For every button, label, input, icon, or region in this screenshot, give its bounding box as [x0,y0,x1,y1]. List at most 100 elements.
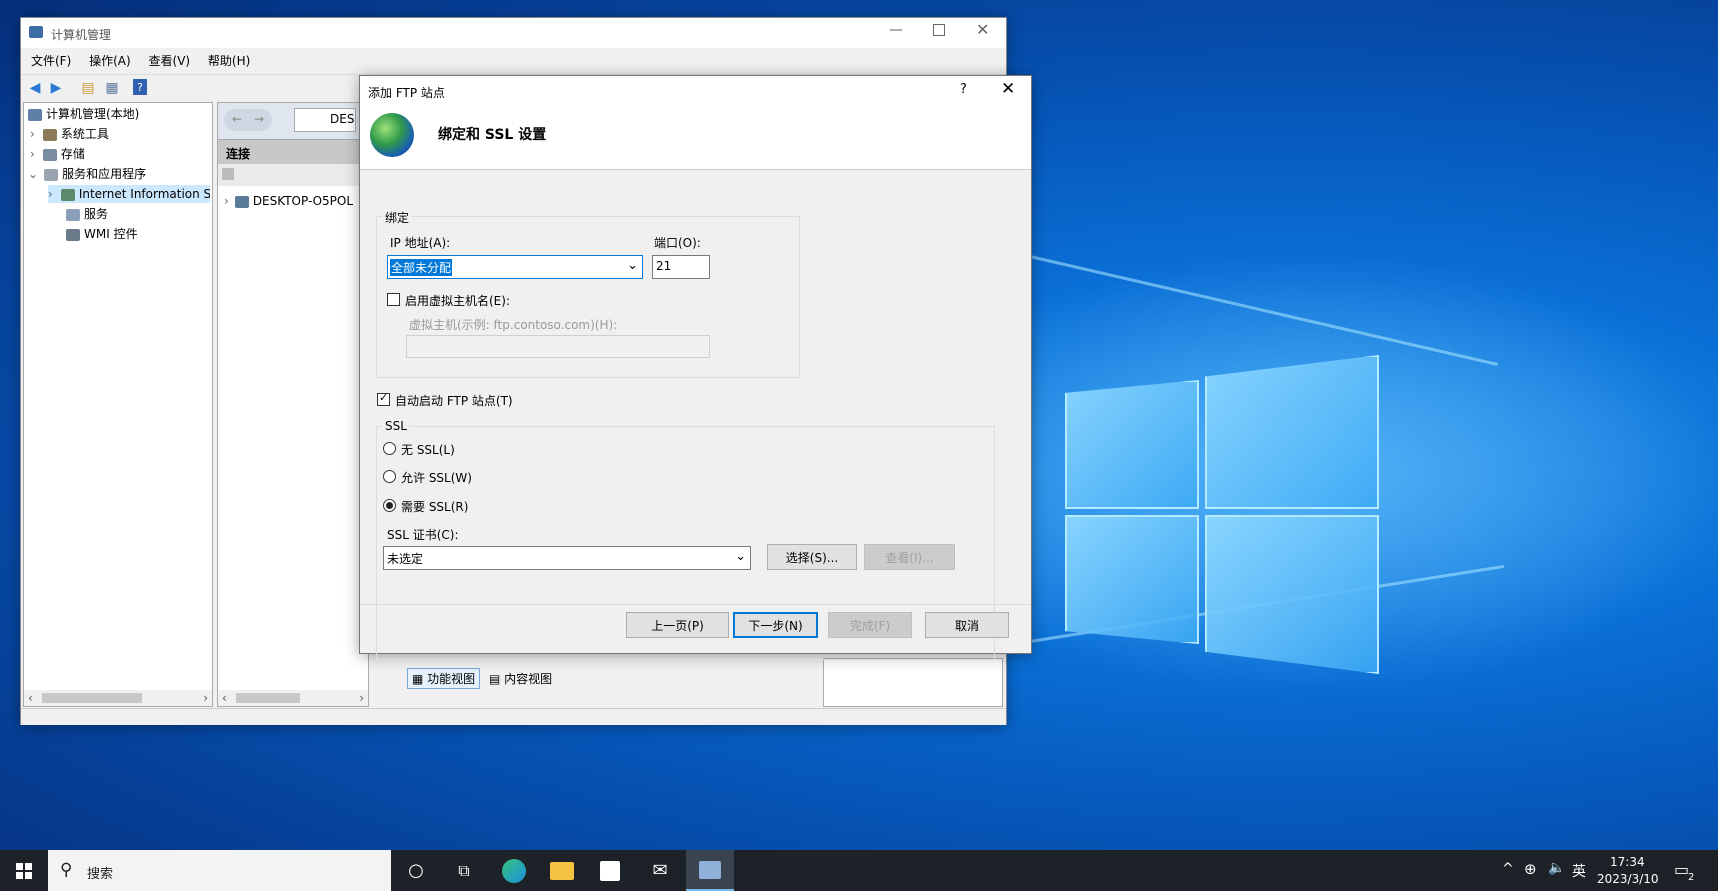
radio-allow-ssl[interactable] [383,470,396,483]
chevron-right-icon[interactable]: › [48,187,53,201]
tree-item-iis[interactable]: › Internet Information S [48,185,210,203]
port-input[interactable]: 21 [652,255,710,279]
select-cert-button[interactable]: 选择(S)... [767,544,857,570]
chevron-down-icon[interactable]: ⌄ [735,549,746,564]
tree-item-root[interactable]: 计算机管理(本地) [28,105,139,123]
ssl-cert-value: 未选定 [387,552,424,566]
previous-button[interactable]: 上一页(P) [626,612,729,638]
chevron-right-icon[interactable]: › [30,127,35,141]
connection-item[interactable]: › DESKTOP-O5POL [224,192,353,210]
windows-logo-icon [16,862,32,879]
back-arrow-icon[interactable]: ◀ [26,79,44,97]
tree-item-system-tools[interactable]: › 系统工具 [30,125,109,143]
network-icon[interactable]: ⊕ [1524,860,1537,878]
ip-address-value: 全部未分配 [390,259,453,276]
maximize-icon[interactable] [933,24,945,36]
globe-icon [370,113,414,157]
scroll-left-icon[interactable]: ‹ [28,691,33,705]
up-folder-icon[interactable]: ▤ [79,79,97,97]
menu-file[interactable]: 文件(F) [31,54,71,68]
radio-require-ssl-label: 需要 SSL(R) [401,500,469,514]
chevron-down-icon[interactable]: ⌄ [28,167,38,181]
scroll-thumb[interactable] [42,693,142,703]
virtual-host-checkbox[interactable] [387,293,400,306]
radio-require-ssl[interactable] [383,499,396,512]
connect-icon[interactable] [222,168,234,180]
forward-arrow-icon[interactable]: ▶ [47,79,65,97]
close-icon[interactable]: ✕ [976,20,989,39]
ip-address-label: IP 地址(A): [390,236,451,250]
help-icon[interactable]: ? [960,82,967,97]
scroll-thumb[interactable] [236,693,300,703]
ssl-cert-label: SSL 证书(C): [387,528,459,542]
scroll-right-icon[interactable]: › [359,691,364,705]
tree-item-services[interactable]: 服务 [66,205,108,223]
tree-item-wmi[interactable]: WMI 控件 [66,225,138,243]
ssl-group-label: SSL [382,419,410,433]
clock-date[interactable]: 2023/3/10 [1597,872,1659,886]
port-label: 端口(O): [654,236,701,250]
tree-label: 计算机管理(本地) [46,107,140,121]
tab-content-view[interactable]: ▤ 内容视图 [489,670,552,687]
tree-label: 服务 [84,207,109,221]
menu-help[interactable]: 帮助(H) [208,54,250,68]
chevron-up-icon[interactable]: ^ [1502,861,1514,877]
finish-button[interactable]: 完成(F) [828,612,912,638]
search-box[interactable]: ⚲ 搜索 [48,850,391,891]
tree-label: 系统工具 [60,127,109,141]
store-icon[interactable] [586,850,634,891]
port-value: 21 [656,259,672,273]
wmi-icon [66,228,80,241]
connections-scrollbar[interactable]: ‹ › [218,690,368,706]
clock-time[interactable]: 17:34 [1610,855,1645,869]
start-button[interactable] [0,850,48,891]
taskbar: ⚲ 搜索 ○ ⧉ ✉ ^ ⊕ 🔈 英 17:34 2023/3/10 ▭ 2 [0,850,1718,891]
chevron-right-icon[interactable]: › [30,147,35,161]
search-placeholder: 搜索 [87,867,114,882]
cancel-button[interactable]: 取消 [925,612,1009,638]
task-view-icon[interactable]: ⧉ [440,850,488,891]
edge-icon[interactable] [490,850,538,891]
mail-icon[interactable]: ✉ [636,850,684,891]
scroll-right-icon[interactable]: › [203,691,208,705]
window-title: 计算机管理 [51,28,112,42]
back-arrow-icon[interactable]: ← [232,112,242,126]
virtual-host-input[interactable] [406,335,710,358]
radio-no-ssl[interactable] [383,442,396,455]
file-explorer-icon[interactable] [538,850,586,891]
gear-icon [66,208,80,221]
menu-action[interactable]: 操作(A) [89,54,131,68]
chevron-down-icon[interactable]: ⌄ [627,258,638,273]
ime-indicator[interactable]: 英 [1572,861,1586,881]
connections-title: 连接 [226,147,251,161]
help-icon[interactable]: ? [133,79,147,95]
tab-features-view[interactable]: ▦ 功能视图 [407,668,481,689]
ssl-cert-select[interactable]: 未选定 ⌄ [383,546,751,570]
notification-icon[interactable]: ▭ [1674,860,1689,879]
tree-scrollbar[interactable]: ‹ › [24,690,212,706]
wallpaper-pane-bl [1065,515,1199,644]
title-bar: 计算机管理 — ✕ [21,18,1006,48]
add-ftp-site-dialog: 添加 FTP 站点 ? ✕ 绑定和 SSL 设置 绑定 IP 地址(A): 全部… [359,75,1032,660]
cortana-icon[interactable]: ○ [392,850,440,891]
scroll-left-icon[interactable]: ‹ [222,691,227,705]
radio-no-ssl-label: 无 SSL(L) [401,443,455,457]
close-icon[interactable]: ✕ [1001,79,1015,99]
chevron-right-icon[interactable]: › [224,194,229,208]
menu-view[interactable]: 查看(V) [149,54,191,68]
tree-item-storage[interactable]: › 存储 [30,145,85,163]
virtual-host-label: 虚拟主机(示例: ftp.contoso.com)(H): [409,318,618,332]
virtual-host-check-label: 启用虚拟主机名(E): [405,294,510,308]
volume-icon[interactable]: 🔈 [1548,860,1565,876]
computer-management-taskbar-icon[interactable] [686,850,734,891]
ip-address-select[interactable]: 全部未分配 ⌄ [387,255,643,279]
show-tree-icon[interactable]: ▦ [103,79,121,97]
footer-divider [360,604,1031,605]
next-button[interactable]: 下一步(N) [733,612,818,638]
tree-item-services-apps[interactable]: ⌄ 服务和应用程序 [28,165,146,183]
forward-arrow-icon[interactable]: → [254,112,264,126]
dialog-title: 添加 FTP 站点 [368,86,445,100]
view-cert-button[interactable]: 查看(I)... [864,544,955,570]
minimize-icon[interactable]: — [889,22,903,38]
autostart-checkbox[interactable]: ✓ [377,391,390,406]
